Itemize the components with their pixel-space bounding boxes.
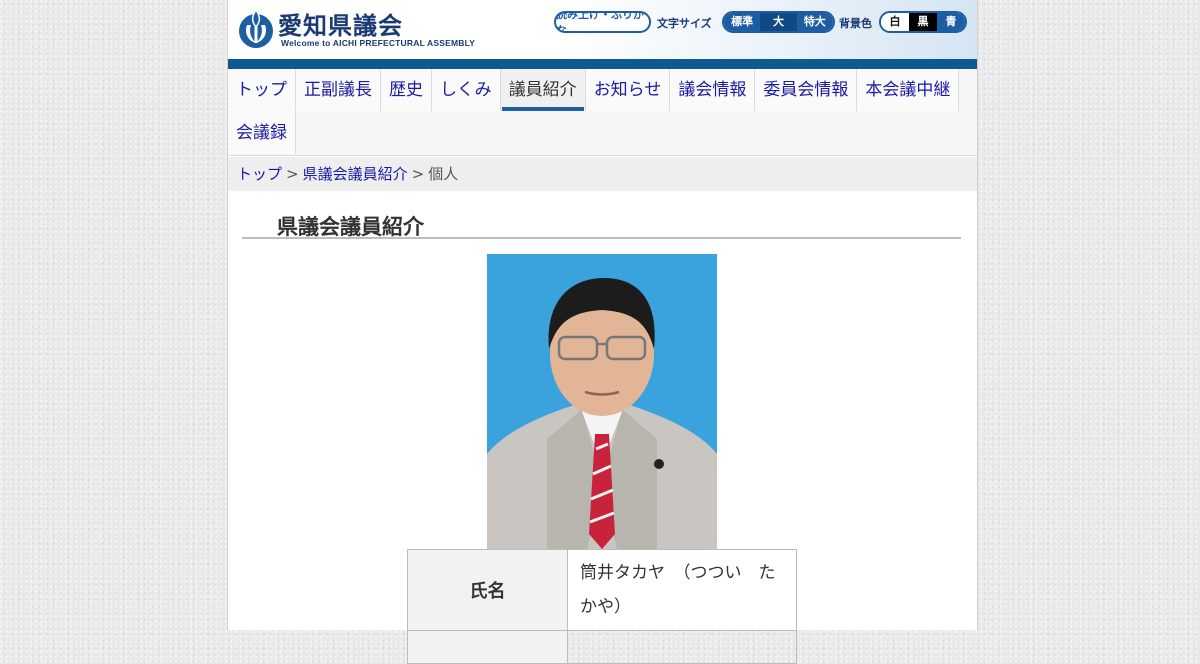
nav-item-live-broadcast[interactable]: 本会議中継 — [857, 69, 960, 111]
breadcrumb-link-members[interactable]: 県議会議員紹介 — [303, 165, 408, 183]
nav-item-history[interactable]: 歴史 — [381, 69, 432, 111]
aichi-emblem-icon[interactable] — [238, 7, 274, 49]
breadcrumb: トップ > 県議会議員紹介 > 個人 — [228, 157, 977, 191]
nav-item-structure[interactable]: しくみ — [432, 69, 501, 111]
nav-item-assembly-info[interactable]: 議会情報 — [670, 69, 756, 111]
breadcrumb-link-top[interactable]: トップ — [237, 165, 282, 183]
bg-white-button[interactable]: 白 — [881, 13, 909, 31]
background-color-label: 背景色 — [839, 17, 872, 30]
breadcrumb-separator: > — [411, 165, 425, 183]
header-bar — [228, 59, 977, 69]
text-size-xlarge-button[interactable]: 特大 — [796, 13, 833, 31]
text-size-standard-button[interactable]: 標準 — [724, 13, 761, 31]
nav-item-speakers[interactable]: 正副議長 — [296, 69, 381, 111]
member-profile-table: 氏名 筒井タカヤ （つつい たかや） — [407, 549, 797, 664]
page-container: 愛知県議会 Welcome to AICHI PREFECTURAL ASSEM… — [227, 0, 978, 664]
table-cell — [567, 630, 797, 664]
table-row: 氏名 筒井タカヤ （つつい たかや） — [407, 549, 797, 631]
site-subtitle: Welcome to AICHI PREFECTURAL ASSEMBLY — [281, 38, 476, 48]
nav-row: トップ 正副議長 歴史 しくみ 議員紹介 お知らせ 議会情報 委員会情報 本会議… — [228, 69, 960, 111]
text-size-large-button[interactable]: 大 — [760, 13, 797, 31]
text-size-switcher: 標準 大 特大 — [722, 11, 835, 33]
site-header: 愛知県議会 Welcome to AICHI PREFECTURAL ASSEM… — [228, 0, 977, 60]
site-title[interactable]: 愛知県議会 — [278, 6, 403, 41]
table-row — [407, 630, 797, 664]
text-size-label: 文字サイズ — [657, 17, 712, 30]
breadcrumb-current: 個人 — [428, 165, 459, 183]
breadcrumb-separator: > — [286, 165, 299, 183]
nav-item-news[interactable]: お知らせ — [585, 69, 671, 111]
nav-item-committee-info[interactable]: 委員会情報 — [755, 69, 858, 111]
nav-row: 会議録 — [228, 112, 296, 154]
read-aloud-button[interactable]: 読み上げ・ふりがな — [554, 11, 651, 33]
bg-black-button[interactable]: 黒 — [909, 13, 937, 31]
nav-item-minutes[interactable]: 会議録 — [228, 112, 296, 154]
member-portrait — [487, 254, 717, 549]
bg-blue-button[interactable]: 青 — [937, 13, 965, 31]
nav-item-members[interactable]: 議員紹介 — [500, 69, 586, 111]
global-nav: トップ 正副議長 歴史 しくみ 議員紹介 お知らせ 議会情報 委員会情報 本会議… — [228, 69, 977, 156]
table-cell — [407, 630, 568, 664]
background-color-switcher: 白 黒 青 — [879, 11, 967, 33]
name-value: 筒井タカヤ （つつい たかや） — [567, 549, 797, 631]
name-label: 氏名 — [407, 549, 568, 631]
nav-item-top[interactable]: トップ — [228, 69, 296, 111]
title-divider — [242, 237, 961, 239]
